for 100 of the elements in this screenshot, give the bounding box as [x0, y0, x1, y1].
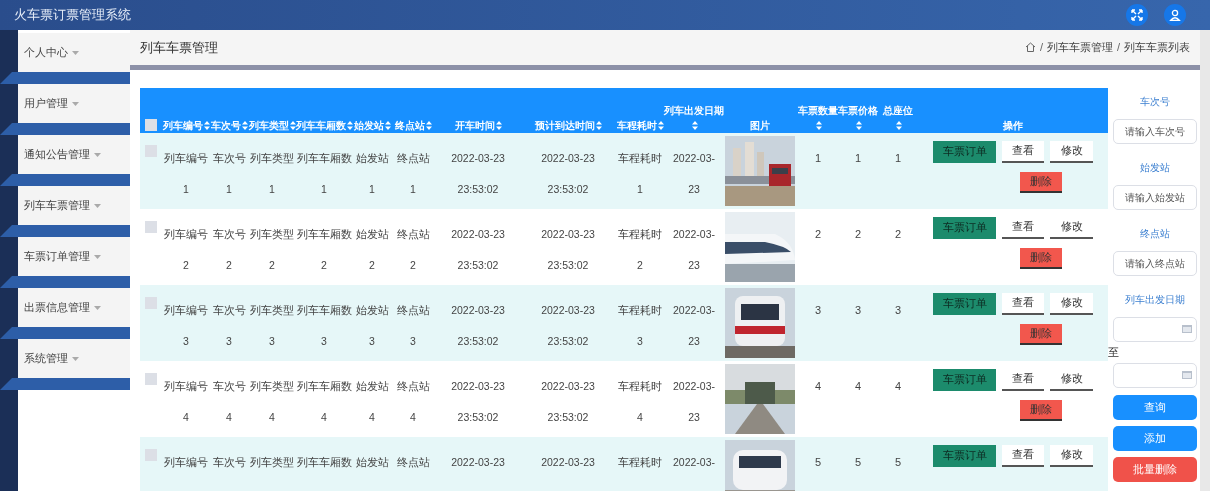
table-cell-text: 2022-03-23 23:53:02	[541, 378, 595, 425]
column-header: 总座位	[883, 103, 913, 118]
table-cell-text: 车程耗时 3	[618, 302, 662, 349]
column-header: 车程耗时	[616, 118, 657, 133]
breadcrumb-link[interactable]: 列车车票列表	[1124, 39, 1190, 56]
sidebar-item[interactable]: 系统管理	[18, 339, 130, 378]
table-cell-text: 终点站 1	[396, 150, 430, 197]
date-field[interactable]	[1113, 362, 1197, 388]
checkbox[interactable]	[145, 220, 157, 233]
table-cell-text: 2022-03-23 23:53:02	[451, 302, 505, 349]
table-cell-text: 2022-03-23 23:53:02	[451, 226, 505, 273]
checkbox[interactable]	[145, 372, 157, 385]
table-cell-text: 5	[894, 454, 902, 470]
table-cell-text: 车程耗时 2	[618, 226, 662, 273]
edit-button[interactable]: 修改	[1050, 444, 1093, 467]
filter-input[interactable]: 请输入车次号	[1113, 118, 1197, 144]
checkbox[interactable]	[145, 144, 157, 157]
sort-icon[interactable]	[895, 120, 902, 130]
delete-button[interactable]: 删除	[1020, 171, 1062, 193]
filter-input[interactable]: 请输入终点站	[1113, 250, 1197, 276]
app-title: 火车票订票管理系统	[14, 6, 131, 25]
caret-icon	[94, 305, 101, 310]
table-cell-text: 3	[814, 302, 822, 318]
column-header: 图片	[750, 118, 770, 133]
table-cell-text: 2022-03- 23	[673, 226, 715, 273]
caret-icon	[72, 50, 79, 55]
filter-label: 始发站	[1140, 160, 1170, 175]
sort-icon[interactable]	[855, 120, 862, 130]
column-header: 终点站	[394, 118, 425, 133]
table-cell-text: 列车类型 2	[250, 226, 294, 273]
delete-button[interactable]: 删除	[1020, 247, 1062, 269]
sidebar-item[interactable]: 个人中心	[18, 33, 130, 72]
table-cell-text: 终点站 3	[396, 302, 430, 349]
home-icon[interactable]	[1024, 42, 1036, 53]
caret-icon	[94, 254, 101, 259]
order-button[interactable]: 车票订单	[933, 216, 996, 239]
table-cell-text: 1	[814, 150, 822, 166]
table-cell-text: 列车车厢数 3	[296, 302, 352, 349]
calendar-icon	[1182, 325, 1192, 334]
table-cell-text: 列车车厢数 1	[296, 150, 352, 197]
sidebar-item[interactable]: 出票信息管理	[18, 288, 130, 327]
sort-icon[interactable]	[425, 120, 432, 130]
sort-icon[interactable]	[241, 120, 248, 130]
delete-button[interactable]: 删除	[1020, 399, 1062, 421]
order-button[interactable]: 车票订单	[933, 368, 996, 391]
table-cell-text: 车次号	[212, 454, 246, 470]
table-cell-text: 4	[814, 378, 822, 394]
sidebar-item[interactable]: 列车车票管理	[18, 186, 130, 225]
filter-input[interactable]: 请输入始发站	[1113, 184, 1197, 210]
checkbox[interactable]	[145, 296, 157, 309]
table-cell-text: 列车编号 3	[164, 302, 208, 349]
fullscreen-icon[interactable]	[1126, 4, 1148, 26]
date-field[interactable]	[1113, 316, 1197, 342]
sort-icon[interactable]	[495, 120, 502, 130]
breadcrumb-separator: /	[1039, 40, 1043, 56]
table-cell-text: 3	[854, 302, 862, 318]
sort-icon[interactable]	[384, 120, 391, 130]
sidebar-item[interactable]: 车票订单管理	[18, 237, 130, 276]
table-cell-text: 5	[854, 454, 862, 470]
sort-icon[interactable]	[346, 120, 353, 130]
view-button[interactable]: 查看	[1002, 444, 1044, 467]
user-icon[interactable]	[1164, 4, 1186, 26]
checkbox[interactable]	[145, 448, 157, 461]
breadcrumb-link[interactable]: 列车车票管理	[1046, 39, 1113, 56]
order-button[interactable]: 车票订单	[933, 140, 996, 163]
caret-icon	[72, 356, 79, 361]
table-cell-text: 2022-03-23 23:53:02	[541, 226, 595, 273]
table-cell-text: 始发站 4	[355, 378, 389, 425]
table-cell-text: 列车编号 4	[164, 378, 208, 425]
column-header: 车票数量	[798, 103, 838, 118]
edit-button[interactable]: 修改	[1050, 292, 1093, 315]
sidebar-item[interactable]: 通知公告管理	[18, 135, 130, 174]
table-cell-text: 列车类型 4	[250, 378, 294, 425]
table-cell-text: 列车编号 1	[164, 150, 208, 197]
edit-button[interactable]: 修改	[1050, 140, 1093, 163]
table-cell-text: 3	[894, 302, 902, 318]
column-header: 列车出发日期	[664, 103, 724, 118]
sort-icon[interactable]	[657, 120, 664, 130]
checkbox[interactable]	[145, 119, 157, 132]
view-button[interactable]: 查看	[1002, 140, 1044, 163]
sort-icon[interactable]	[595, 120, 602, 130]
sort-icon[interactable]	[289, 120, 296, 130]
table-cell-text: 始发站 3	[355, 302, 389, 349]
sidebar-item[interactable]: 用户管理	[18, 84, 130, 123]
sort-icon[interactable]	[203, 120, 210, 130]
order-button[interactable]: 车票订单	[933, 292, 996, 315]
view-button[interactable]: 查看	[1002, 292, 1044, 315]
column-header: 始发站	[353, 118, 384, 133]
table-cell-text: 2	[854, 226, 862, 242]
caret-icon	[72, 101, 79, 106]
table-cell-text: 4	[854, 378, 862, 394]
sort-icon[interactable]	[815, 120, 822, 130]
order-button[interactable]: 车票订单	[933, 444, 996, 467]
delete-button[interactable]: 删除	[1020, 323, 1062, 345]
filter-label: 终点站	[1140, 226, 1170, 241]
table-cell-text: 终点站 4	[396, 378, 430, 425]
column-header: 预计到达时间	[534, 118, 595, 133]
table-cell-text: 2022-03-23 23:53:02	[451, 378, 505, 425]
sort-icon[interactable]	[691, 120, 698, 130]
filter-label: 列车出发日期	[1125, 292, 1185, 307]
